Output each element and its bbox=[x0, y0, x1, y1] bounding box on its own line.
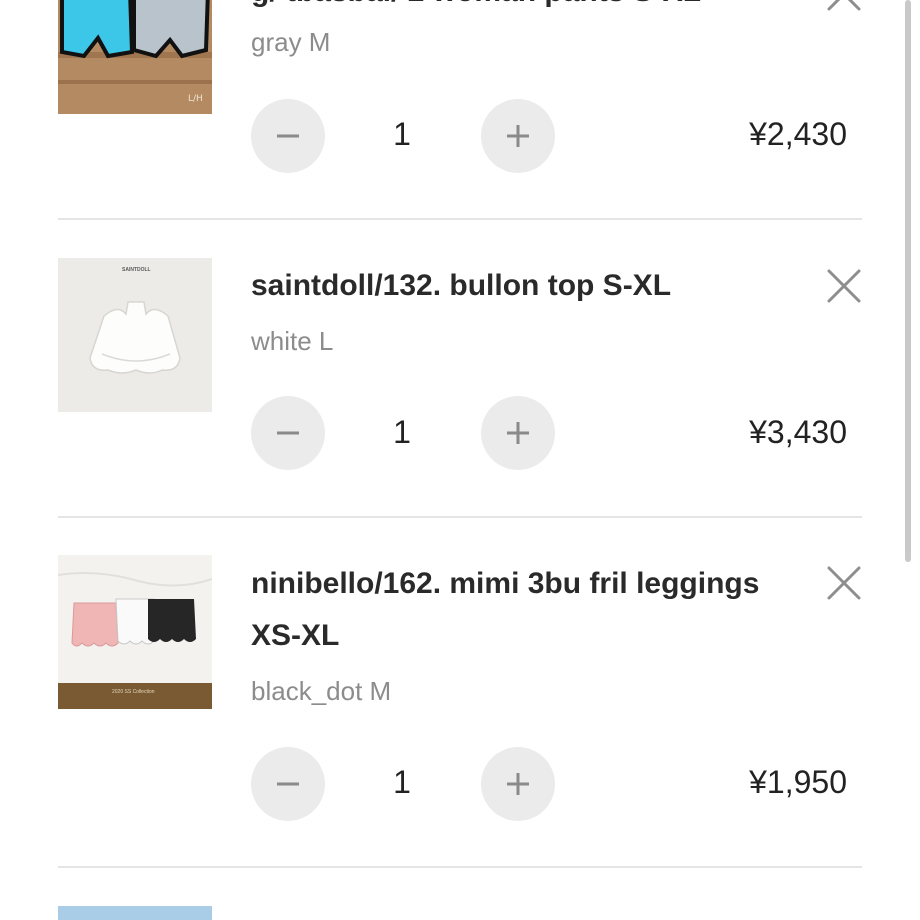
remove-item-button[interactable] bbox=[826, 268, 862, 304]
item-price: ¥3,430 bbox=[749, 414, 847, 450]
remove-item-button[interactable] bbox=[826, 565, 862, 601]
minus-icon bbox=[277, 782, 299, 786]
decrease-quantity-button[interactable] bbox=[251, 396, 325, 470]
increase-quantity-button[interactable] bbox=[481, 747, 555, 821]
scrollbar[interactable] bbox=[905, 0, 911, 562]
cart-list: L/H g/ tbasbal/ 2 woman pants S-XL gray … bbox=[0, 0, 920, 920]
item-price: ¥1,950 bbox=[749, 764, 847, 800]
product-title[interactable]: ninibello/162. mimi 3bu fril leggings XS… bbox=[251, 558, 811, 662]
product-thumbnail[interactable]: L/H bbox=[58, 0, 212, 114]
decrease-quantity-button[interactable] bbox=[251, 747, 325, 821]
plus-icon bbox=[507, 773, 529, 795]
product-thumbnail[interactable]: 2020 SS Collection bbox=[58, 555, 212, 709]
decrease-quantity-button[interactable] bbox=[251, 99, 325, 173]
minus-icon bbox=[277, 431, 299, 435]
remove-item-button[interactable] bbox=[826, 0, 862, 12]
quantity-value: 1 bbox=[393, 764, 411, 800]
increase-quantity-button[interactable] bbox=[481, 99, 555, 173]
quantity-value: 1 bbox=[393, 116, 411, 152]
plus-icon bbox=[507, 422, 529, 444]
product-variant: gray M bbox=[251, 27, 331, 57]
cart-item: SAINTDOLL saintdoll/132. bullon top S-XL… bbox=[0, 220, 905, 516]
thumbnail-brand-mark: 2020 SS Collection bbox=[112, 689, 155, 695]
item-price: ¥2,430 bbox=[749, 116, 847, 152]
close-icon bbox=[827, 566, 861, 600]
quantity-value: 1 bbox=[393, 414, 411, 450]
thumbnail-brand-mark: SAINTDOLL bbox=[122, 267, 151, 273]
minus-icon bbox=[277, 134, 299, 138]
cart-item: L/H g/ tbasbal/ 2 woman pants S-XL gray … bbox=[0, 0, 905, 220]
increase-quantity-button[interactable] bbox=[481, 396, 555, 470]
plus-icon bbox=[507, 125, 529, 147]
cart-item bbox=[0, 868, 905, 920]
close-icon bbox=[827, 269, 861, 303]
product-title[interactable]: g/ tbasbal/ 2 woman pants S-XL bbox=[251, 0, 811, 18]
thumbnail-brand-mark: L/H bbox=[188, 94, 203, 104]
cart-item: 2020 SS Collection ninibello/162. mimi 3… bbox=[0, 518, 905, 868]
product-variant: white L bbox=[251, 326, 334, 356]
product-thumbnail[interactable] bbox=[58, 906, 212, 920]
close-icon bbox=[827, 0, 861, 11]
product-title[interactable]: saintdoll/132. bullon top S-XL bbox=[251, 260, 811, 312]
product-variant: black_dot M bbox=[251, 676, 392, 706]
product-thumbnail[interactable]: SAINTDOLL bbox=[58, 258, 212, 412]
